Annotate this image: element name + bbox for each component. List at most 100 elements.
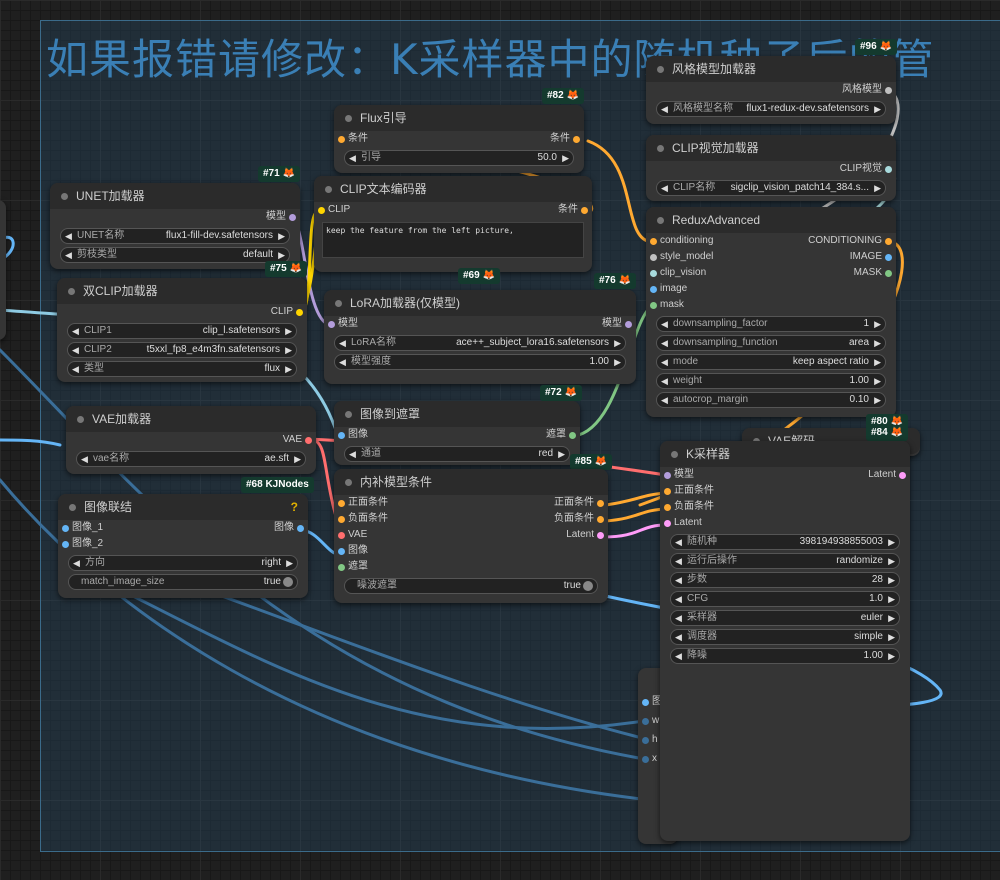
input-height[interactable]: h	[642, 732, 658, 748]
node-badge: #76 🦊	[594, 273, 637, 289]
node-title: VAE加载器	[92, 412, 152, 426]
input-clip[interactable]: CLIP	[318, 202, 350, 218]
input-latent[interactable]: Latent	[664, 515, 702, 531]
help-icon[interactable]: ?	[291, 494, 298, 520]
node-unet-loader[interactable]: UNET加载器 模型 ◀ UNET名称 flux1-fill-dev.safeten…	[50, 183, 300, 269]
node-badge: #85 🦊	[570, 454, 613, 470]
input-width[interactable]: w	[642, 713, 659, 729]
node-title: Flux引导	[360, 111, 407, 125]
input-mask[interactable]: mask	[650, 297, 684, 313]
mode-combo[interactable]: ◀ mode keep aspect ratio ▶	[656, 354, 886, 370]
steps-number[interactable]: ◀ 步数 28 ▶	[670, 572, 900, 588]
node-inpaint-conditioning[interactable]: 内补模型条件 正面条件 正面条件 负面条件 负面条件 VAE Latent 图像…	[334, 469, 608, 603]
output-conditioning[interactable]: CONDITIONING	[808, 233, 892, 249]
unet-name-combo[interactable]: ◀ UNET名称 flux1-fill-dev.safetensors ▶	[60, 228, 290, 244]
node-title: CLIP视觉加载器	[672, 141, 759, 155]
input-positive[interactable]: 正面条件	[338, 495, 388, 511]
output-positive[interactable]: 正面条件	[554, 495, 604, 511]
output-latent[interactable]: Latent	[566, 527, 604, 543]
output-clip-vision[interactable]: CLIP视觉	[840, 161, 892, 177]
input-image-2[interactable]: 图像_2	[62, 536, 103, 552]
vae-name-combo[interactable]: ◀ vae名称 ae.sft ▶	[76, 451, 306, 467]
input-model[interactable]: 模型	[328, 316, 358, 332]
output-mask[interactable]: 遮罩	[546, 427, 576, 443]
match-image-size-toggle[interactable]: match_image_size true	[68, 574, 298, 590]
guidance-number[interactable]: ◀ 引导 50.0 ▶	[344, 150, 574, 166]
scheduler-combo[interactable]: ◀ 调度器 simple ▶	[670, 629, 900, 645]
input-positive[interactable]: 正面条件	[664, 483, 714, 499]
input-vae[interactable]: VAE	[338, 527, 367, 543]
weight-dtype-combo[interactable]: ◀ 剪枝类型 default ▶	[60, 247, 290, 263]
downsampling-factor-number[interactable]: ◀ downsampling_factor 1 ▶	[656, 316, 886, 332]
node-badge: #84 🦊	[866, 425, 909, 441]
output-clip[interactable]: CLIP	[271, 304, 303, 320]
output-image[interactable]: 图像	[274, 520, 304, 536]
node-title: UNET加载器	[76, 189, 145, 203]
output-mask[interactable]: MASK	[854, 265, 892, 281]
node-title: K采样器	[686, 447, 731, 461]
input-image[interactable]: 图像	[338, 427, 368, 443]
autocrop-margin-number[interactable]: ◀ autocrop_margin 0.10 ▶	[656, 392, 886, 408]
input-conditioning[interactable]: 条件	[338, 131, 368, 147]
node-flux-guidance[interactable]: Flux引导 条件 条件 ◀ 引导 50.0 ▶	[334, 105, 584, 173]
node-dual-clip-loader[interactable]: 双CLIP加载器 CLIP ◀ CLIP1 clip_l.safetensors ▶ …	[57, 278, 307, 382]
node-title: CLIP文本编码器	[340, 182, 427, 196]
seed-number[interactable]: ◀ 随机种 398194938855003 ▶	[670, 534, 900, 550]
output-style-model[interactable]: 风格模型	[842, 82, 892, 98]
clip2-combo[interactable]: ◀ CLIP2 t5xxl_fp8_e4m3fn.safetensors ▶	[67, 342, 297, 358]
input-image-1[interactable]: 图像_1	[62, 520, 103, 536]
output-conditioning[interactable]: 条件	[550, 131, 580, 147]
input-style-model[interactable]: style_model	[650, 249, 713, 265]
node-offscreen-left[interactable]	[0, 200, 6, 340]
node-badge: #71 🦊	[258, 166, 301, 182]
downsampling-function-combo[interactable]: ◀ downsampling_function area ▶	[656, 335, 886, 351]
channel-combo[interactable]: ◀ 通道 red ▶	[344, 446, 570, 462]
input-negative[interactable]: 负面条件	[664, 499, 714, 515]
node-redux-advanced[interactable]: ReduxAdvanced conditioning CONDITIONING …	[646, 207, 896, 417]
node-ksampler[interactable]: K采样器 模型 Latent 正面条件 负面条件 Latent ◀ 随机种 3981…	[660, 441, 910, 841]
control-after-generate-combo[interactable]: ◀ 运行后操作 randomize ▶	[670, 553, 900, 569]
node-badge: #75 🦊	[265, 261, 308, 277]
weight-number[interactable]: ◀ weight 1.00 ▶	[656, 373, 886, 389]
node-style-model-loader[interactable]: 风格模型加载器 风格模型 ◀ 风格模型名称 flux1-redux-dev.safe…	[646, 56, 896, 124]
node-title: 双CLIP加载器	[83, 284, 158, 298]
output-model[interactable]: 模型	[266, 209, 296, 225]
denoise-number[interactable]: ◀ 降噪 1.00 ▶	[670, 648, 900, 664]
node-vae-loader[interactable]: VAE加载器 VAE ◀ vae名称 ae.sft ▶	[66, 406, 316, 474]
lora-name-combo[interactable]: ◀ LoRA名称 ace++_subject_lora16.safetensors ▶	[334, 335, 626, 351]
direction-combo[interactable]: ◀ 方向 right ▶	[68, 555, 298, 571]
style-model-name-combo[interactable]: ◀ 风格模型名称 flux1-redux-dev.safetensors ▶	[656, 101, 886, 117]
clip-type-combo[interactable]: ◀ 类型 flux ▶	[67, 361, 297, 377]
node-image-to-mask[interactable]: 图像到遮罩 图像 遮罩 ◀ 通道 red ▶	[334, 401, 580, 465]
node-clip-text-encode[interactable]: CLIP文本编码器 CLIP 条件 keep the feature from …	[314, 176, 592, 272]
input-negative[interactable]: 负面条件	[338, 511, 388, 527]
output-latent[interactable]: Latent	[868, 467, 906, 483]
strength-model-number[interactable]: ◀ 模型强度 1.00 ▶	[334, 354, 626, 370]
node-title: 图像联结	[84, 500, 133, 514]
node-clip-vision-loader[interactable]: CLIP视觉加载器 CLIP视觉 ◀ CLIP名称 sigclip_vision_p…	[646, 135, 896, 201]
output-image[interactable]: IMAGE	[850, 249, 892, 265]
output-vae[interactable]: VAE	[283, 432, 312, 448]
output-model[interactable]: 模型	[602, 316, 632, 332]
node-lora-loader[interactable]: LoRA加载器(仅模型) 模型 模型 ◀ LoRA名称 ace++_subject_…	[324, 290, 636, 384]
output-conditioning[interactable]: 条件	[558, 202, 588, 218]
input-model[interactable]: 模型	[664, 467, 694, 483]
node-title: 图像到遮罩	[360, 407, 421, 421]
cfg-number[interactable]: ◀ CFG 1.0 ▶	[670, 591, 900, 607]
noise-mask-toggle[interactable]: 噪波遮罩 true	[344, 578, 598, 594]
prompt-textarea[interactable]: keep the feature from the left picture,	[322, 222, 584, 258]
input-x[interactable]: x	[642, 751, 657, 767]
node-title: LoRA加载器(仅模型)	[350, 296, 461, 310]
clip1-combo[interactable]: ◀ CLIP1 clip_l.safetensors ▶	[67, 323, 297, 339]
input-pixels[interactable]: 图像	[338, 543, 368, 559]
input-clip-vision[interactable]: clip_vision	[650, 265, 706, 281]
node-image-concat[interactable]: 图像联结? 图像_1 图像 图像_2 ◀ 方向 right ▶ match_image…	[58, 494, 308, 598]
node-title: ReduxAdvanced	[672, 213, 761, 227]
sampler-combo[interactable]: ◀ 采样器 euler ▶	[670, 610, 900, 626]
output-negative[interactable]: 负面条件	[554, 511, 604, 527]
input-conditioning[interactable]: conditioning	[650, 233, 713, 249]
input-mask[interactable]: 遮罩	[338, 559, 368, 575]
clip-vision-name-combo[interactable]: ◀ CLIP名称 sigclip_vision_patch14_384.s... ▶	[656, 180, 886, 196]
input-image[interactable]: image	[650, 281, 687, 297]
node-title: 风格模型加载器	[672, 62, 757, 76]
